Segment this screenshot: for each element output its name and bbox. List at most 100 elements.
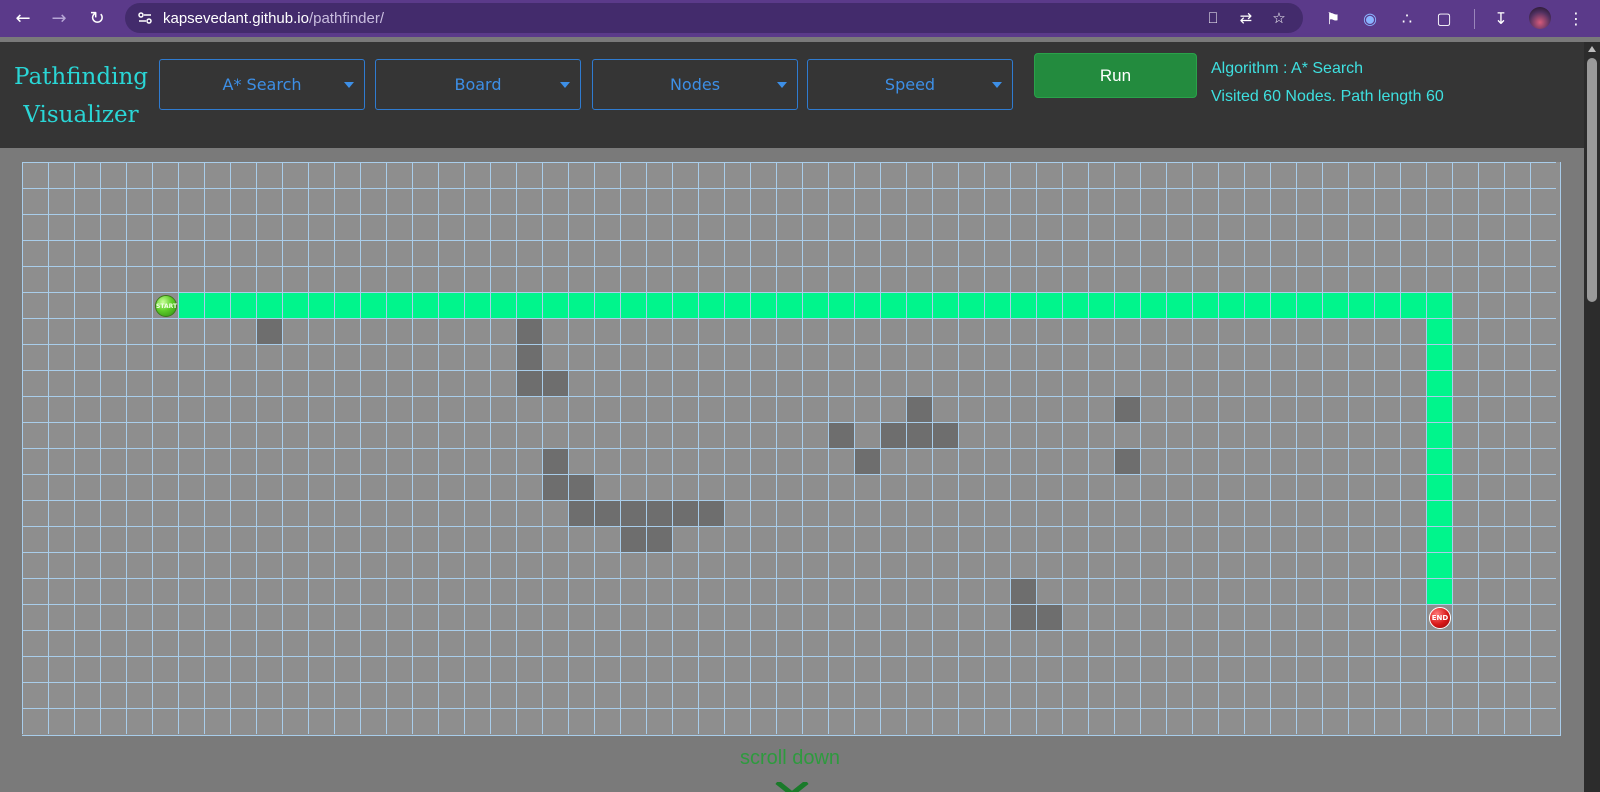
grid-cell[interactable] xyxy=(152,344,178,370)
grid-cell[interactable] xyxy=(1322,162,1348,188)
grid-cell[interactable] xyxy=(1088,266,1114,292)
grid-cell[interactable] xyxy=(1530,500,1556,526)
grid-cell[interactable] xyxy=(750,682,776,708)
grid-cell[interactable] xyxy=(1478,344,1504,370)
grid-cell[interactable] xyxy=(1322,214,1348,240)
grid-cell[interactable] xyxy=(412,682,438,708)
grid-cell[interactable] xyxy=(620,630,646,656)
grid-cell[interactable] xyxy=(750,526,776,552)
grid-cell[interactable] xyxy=(1296,630,1322,656)
grid-cell[interactable] xyxy=(698,422,724,448)
grid-cell[interactable] xyxy=(1296,396,1322,422)
grid-cell[interactable] xyxy=(1218,344,1244,370)
grid-cell[interactable] xyxy=(1348,656,1374,682)
grid-cell[interactable] xyxy=(802,474,828,500)
grid-cell[interactable] xyxy=(516,188,542,214)
grid-cell[interactable] xyxy=(256,266,282,292)
grid-cell[interactable] xyxy=(1218,708,1244,734)
grid-cell[interactable] xyxy=(1296,448,1322,474)
grid-cell[interactable] xyxy=(386,396,412,422)
grid-cell[interactable] xyxy=(1296,526,1322,552)
grid-cell[interactable] xyxy=(386,604,412,630)
grid-cell[interactable] xyxy=(1192,448,1218,474)
grid-cell[interactable] xyxy=(22,708,48,734)
grid-cell[interactable] xyxy=(1270,162,1296,188)
grid-cell[interactable] xyxy=(1270,344,1296,370)
grid-cell[interactable] xyxy=(1218,214,1244,240)
grid-cell[interactable] xyxy=(464,214,490,240)
grid-cell[interactable] xyxy=(204,578,230,604)
grid-cell[interactable] xyxy=(1374,682,1400,708)
grid-cell[interactable] xyxy=(1426,266,1452,292)
grid-cell[interactable] xyxy=(1166,656,1192,682)
grid-cell[interactable] xyxy=(1140,370,1166,396)
grid-cell[interactable] xyxy=(126,344,152,370)
grid-cell[interactable] xyxy=(698,162,724,188)
grid-cell[interactable] xyxy=(880,682,906,708)
grid-cell[interactable] xyxy=(1478,474,1504,500)
grid-cell[interactable] xyxy=(1530,422,1556,448)
grid-cell[interactable] xyxy=(802,526,828,552)
grid-cell[interactable] xyxy=(1166,162,1192,188)
grid-cell[interactable] xyxy=(1270,318,1296,344)
path-cell[interactable] xyxy=(1296,292,1322,318)
grid-cell[interactable] xyxy=(464,656,490,682)
wall-cell[interactable] xyxy=(620,500,646,526)
path-cell[interactable] xyxy=(1010,292,1036,318)
grid-cell[interactable] xyxy=(1348,318,1374,344)
grid-cell[interactable] xyxy=(1296,240,1322,266)
grid-cell[interactable] xyxy=(490,604,516,630)
grid-cell[interactable] xyxy=(698,396,724,422)
grid-cell[interactable] xyxy=(282,656,308,682)
grid-cell[interactable] xyxy=(1114,604,1140,630)
more-menu-icon[interactable]: ⋮ xyxy=(1565,8,1587,30)
grid-cell[interactable] xyxy=(958,188,984,214)
grid-cell[interactable] xyxy=(152,188,178,214)
grid-cell[interactable] xyxy=(594,344,620,370)
grid-cell[interactable] xyxy=(906,604,932,630)
grid-cell[interactable] xyxy=(1192,188,1218,214)
path-cell[interactable] xyxy=(516,292,542,318)
grid-cell[interactable] xyxy=(1530,682,1556,708)
grid-cell[interactable] xyxy=(48,240,74,266)
grid-cell[interactable] xyxy=(1244,526,1270,552)
grid-cell[interactable] xyxy=(438,526,464,552)
grid-cell[interactable] xyxy=(1478,578,1504,604)
grid-cell[interactable] xyxy=(1296,474,1322,500)
grid-cell[interactable] xyxy=(516,162,542,188)
grid-cell[interactable] xyxy=(1036,448,1062,474)
grid-cell[interactable] xyxy=(282,604,308,630)
grid-cell[interactable] xyxy=(1348,552,1374,578)
grid-cell[interactable] xyxy=(1010,708,1036,734)
grid-cell[interactable] xyxy=(204,474,230,500)
grid-cell[interactable] xyxy=(750,500,776,526)
wall-cell[interactable] xyxy=(516,344,542,370)
grid-cell[interactable] xyxy=(100,526,126,552)
path-cell[interactable] xyxy=(1426,292,1452,318)
grid-cell[interactable] xyxy=(750,708,776,734)
path-cell[interactable] xyxy=(542,292,568,318)
grid-cell[interactable] xyxy=(568,214,594,240)
grid-cell[interactable] xyxy=(620,578,646,604)
grid-cell[interactable] xyxy=(490,552,516,578)
grid-cell[interactable] xyxy=(1478,656,1504,682)
grid-cell[interactable] xyxy=(386,500,412,526)
grid-cell[interactable] xyxy=(438,578,464,604)
grid-cell[interactable] xyxy=(1426,240,1452,266)
grid-cell[interactable] xyxy=(178,318,204,344)
grid-cell[interactable] xyxy=(646,682,672,708)
grid-cell[interactable] xyxy=(386,682,412,708)
grid-cell[interactable] xyxy=(204,526,230,552)
grid-cell[interactable] xyxy=(1530,630,1556,656)
grid-cell[interactable] xyxy=(126,552,152,578)
grid-cell[interactable] xyxy=(516,266,542,292)
path-cell[interactable] xyxy=(854,292,880,318)
grid-cell[interactable] xyxy=(1140,344,1166,370)
grid-cell[interactable] xyxy=(1452,500,1478,526)
grid-cell[interactable] xyxy=(880,240,906,266)
grid-cell[interactable] xyxy=(672,162,698,188)
grid-cell[interactable] xyxy=(1296,552,1322,578)
grid-cell[interactable] xyxy=(178,526,204,552)
grid-cell[interactable] xyxy=(516,630,542,656)
grid-cell[interactable] xyxy=(880,344,906,370)
